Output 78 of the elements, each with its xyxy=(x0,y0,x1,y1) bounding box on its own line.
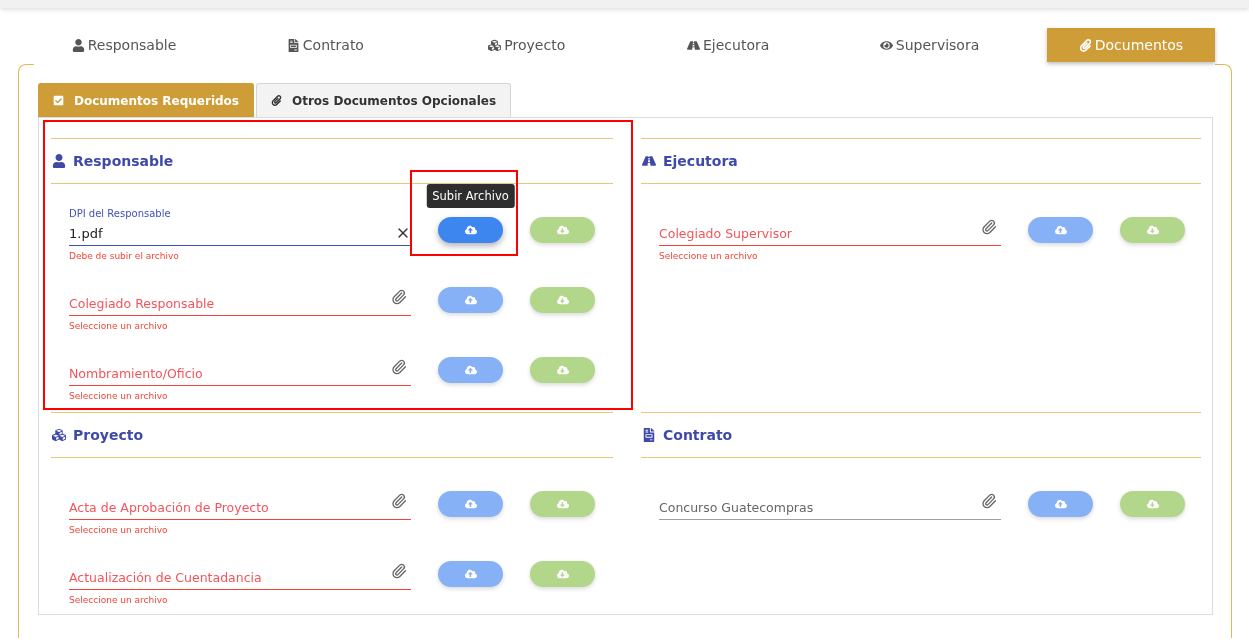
paperclip-icon[interactable] xyxy=(391,493,407,509)
nav-tab[interactable]: Responsable xyxy=(40,28,208,62)
paperclip-icon[interactable] xyxy=(981,219,997,235)
tooltip: Subir Archivo xyxy=(426,184,515,208)
nav-tab[interactable]: Supervisora xyxy=(845,28,1014,62)
file-field[interactable]: Acta de Aprobación de Proyecto xyxy=(69,482,411,520)
download-button[interactable] xyxy=(530,217,595,243)
cloud-download-icon xyxy=(1146,224,1159,236)
road-icon xyxy=(642,154,656,168)
file-field[interactable]: Nombramiento/Oficio xyxy=(69,348,411,386)
upload-button[interactable] xyxy=(438,217,503,243)
paperclip-icon[interactable] xyxy=(981,493,997,509)
section-title: Ejecutora xyxy=(663,153,738,169)
road-icon xyxy=(687,38,700,52)
document-icon xyxy=(642,428,656,442)
field-value: 1.pdf xyxy=(69,226,104,241)
field-label: Actualización de Cuentadancia xyxy=(69,570,263,585)
field-label: Acta de Aprobación de Proyecto xyxy=(69,500,270,515)
cloud-upload-icon xyxy=(1054,224,1067,236)
user-icon xyxy=(71,38,85,52)
paperclip-icon xyxy=(271,95,282,106)
field-label: Colegiado Supervisor xyxy=(659,226,793,241)
field-hint: Seleccione un archivo xyxy=(69,321,169,332)
upload-button[interactable] xyxy=(438,491,503,517)
file-field[interactable]: Colegiado Supervisor xyxy=(659,208,1001,246)
cloud-upload-icon xyxy=(1054,498,1067,510)
section-title: Proyecto xyxy=(73,427,143,443)
cubes-icon xyxy=(52,428,66,442)
field-hint: Debe de subir el archivo xyxy=(69,251,180,262)
file-field[interactable]: Actualización de Cuentadancia xyxy=(69,552,411,590)
paperclip-icon[interactable] xyxy=(391,289,407,305)
checkbox-icon xyxy=(53,95,64,106)
eye-icon xyxy=(879,38,893,52)
sub-tab[interactable]: Otros Documentos Opcionales xyxy=(256,83,512,117)
cloud-upload-icon xyxy=(464,498,477,510)
field-hint: Seleccione un archivo xyxy=(69,595,169,606)
cloud-upload-icon xyxy=(464,294,477,306)
cloud-download-icon xyxy=(556,294,569,306)
download-button[interactable] xyxy=(530,561,595,587)
nav-tab[interactable]: Ejecutora xyxy=(644,28,813,62)
upload-button[interactable] xyxy=(1028,217,1093,243)
document-icon xyxy=(286,38,300,52)
field-label: Colegiado Responsable xyxy=(69,296,216,311)
cubes-icon xyxy=(488,38,502,52)
file-field[interactable]: Colegiado Responsable xyxy=(69,278,411,316)
file-field[interactable]: DPI del Responsable 1.pdf xyxy=(69,208,411,246)
cloud-download-icon xyxy=(556,498,569,510)
user-icon xyxy=(52,154,66,168)
nav-tab[interactable]: Proyecto xyxy=(442,28,611,62)
cloud-upload-icon xyxy=(464,568,477,580)
paperclip-icon[interactable] xyxy=(391,563,407,579)
upload-button[interactable] xyxy=(438,287,503,313)
section-title: Responsable xyxy=(73,153,174,169)
cloud-upload-icon xyxy=(464,364,477,376)
field-hint: Seleccione un archivo xyxy=(69,391,169,402)
upload-button[interactable] xyxy=(438,561,503,587)
section-title: Contrato xyxy=(663,427,733,443)
field-hint: Seleccione un archivo xyxy=(659,251,759,262)
field-label: Concurso Guatecompras xyxy=(659,500,815,515)
download-button[interactable] xyxy=(1120,217,1185,243)
file-field[interactable]: Concurso Guatecompras xyxy=(659,482,1001,520)
paperclip-icon xyxy=(1078,38,1092,52)
field-label: DPI del Responsable xyxy=(69,208,171,219)
download-button[interactable] xyxy=(530,287,595,313)
field-label: Nombramiento/Oficio xyxy=(69,366,204,381)
download-button[interactable] xyxy=(530,491,595,517)
paperclip-icon[interactable] xyxy=(391,359,407,375)
field-hint: Seleccione un archivo xyxy=(69,525,169,536)
download-button[interactable] xyxy=(1120,491,1185,517)
cloud-download-icon xyxy=(556,568,569,580)
cloud-download-icon xyxy=(556,224,569,236)
cloud-download-icon xyxy=(1146,498,1159,510)
cloud-download-icon xyxy=(556,364,569,376)
upload-button[interactable] xyxy=(1028,491,1093,517)
download-button[interactable] xyxy=(530,357,595,383)
nav-tab[interactable]: Contrato xyxy=(241,28,410,62)
cloud-upload-icon xyxy=(464,224,477,236)
upload-button[interactable] xyxy=(438,357,503,383)
